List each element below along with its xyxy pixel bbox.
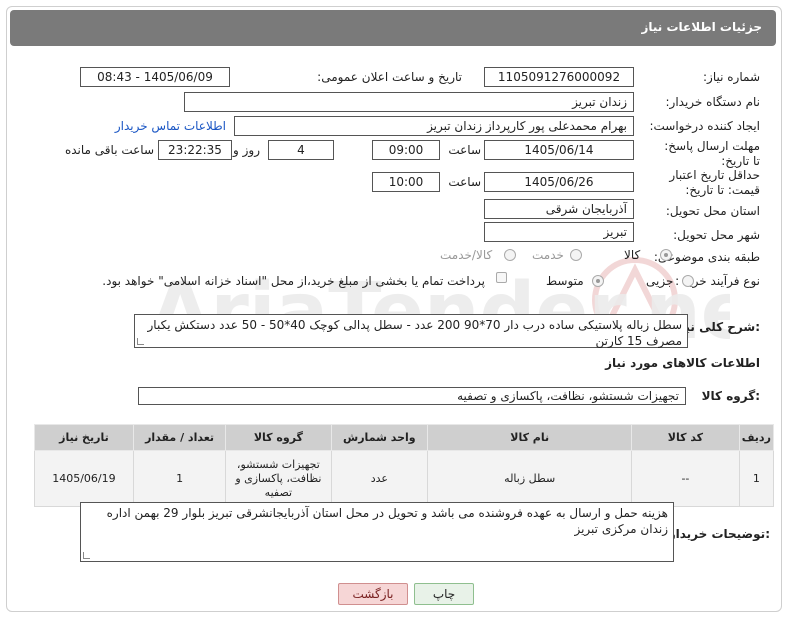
back-button[interactable]: بازگشت bbox=[338, 583, 408, 605]
buyer-org-label: نام دستگاه خریدار: bbox=[665, 95, 761, 109]
cell-code: -- bbox=[631, 450, 740, 507]
need-description-text: سطل زباله پلاستیکی ساده درب دار 70*90 20… bbox=[147, 318, 683, 348]
col-quantity: تعداد / مقدار bbox=[132, 424, 227, 451]
process-medium-radio[interactable] bbox=[592, 275, 604, 287]
resize-grip-icon[interactable] bbox=[83, 552, 90, 559]
col-row: ردیف bbox=[738, 424, 775, 451]
buyer-notes-text: هزینه حمل و ارسال به عهده فروشنده می باش… bbox=[106, 506, 668, 536]
cell-name: سطل زباله bbox=[427, 450, 633, 507]
table-header-row: ردیف کد کالا نام کالا واحد شمارش گروه کا… bbox=[34, 424, 775, 451]
validity-time-field: 10:00 bbox=[372, 172, 440, 192]
deadline-label: مهلت ارسال پاسخ: تا تاریخ: bbox=[664, 139, 760, 168]
col-date: تاریخ نیاز bbox=[34, 424, 134, 451]
category-goods-service-radio[interactable] bbox=[504, 249, 516, 261]
page-header: جزئیات اطلاعات نیاز bbox=[10, 10, 776, 46]
validity-time-word: ساعت bbox=[448, 175, 481, 189]
col-name: نام کالا bbox=[427, 424, 633, 451]
deadline-date-field: 1405/06/14 bbox=[484, 140, 634, 160]
table-row: 1 -- سطل زباله عدد تجهیزات شستشو، نظافت،… bbox=[34, 450, 775, 507]
remaining-time-field: 23:22:35 bbox=[158, 140, 232, 160]
category-goods-label: کالا bbox=[624, 248, 641, 262]
city-label: شهر محل تحویل: bbox=[673, 228, 760, 242]
cell-group: تجهیزات شستشو، نظافت، پاکسازی و تصفیه bbox=[225, 450, 332, 507]
validity-label: حداقل تاریخ اعتبار قیمت: تا تاریخ: bbox=[669, 168, 760, 197]
province-label: استان محل تحویل: bbox=[665, 204, 760, 218]
days-word: روز و bbox=[233, 143, 260, 157]
process-medium-label: متوسط bbox=[546, 274, 584, 288]
category-service-radio[interactable] bbox=[570, 249, 582, 261]
goods-group-field: تجهیزات شستشو، نظافت، پاکسازی و تصفیه bbox=[138, 387, 686, 405]
deadline-time-word: ساعت bbox=[448, 143, 481, 157]
buyer-org-field: زندان تبریز bbox=[184, 92, 634, 112]
buyer-notes-field: هزینه حمل و ارسال به عهده فروشنده می باش… bbox=[80, 502, 674, 562]
cell-date: 1405/06/19 bbox=[34, 450, 134, 507]
days-remaining-field: 4 bbox=[268, 140, 334, 160]
col-code: کد کالا bbox=[631, 424, 740, 451]
page-title: جزئیات اطلاعات نیاز bbox=[641, 20, 762, 34]
need-number-field: 1105091276000092 bbox=[484, 67, 634, 87]
category-service-label: خدمت bbox=[532, 248, 564, 262]
goods-table: ردیف کد کالا نام کالا واحد شمارش گروه کا… bbox=[34, 424, 775, 507]
creator-label: ایجاد کننده درخواست: bbox=[649, 119, 760, 133]
col-unit: واحد شمارش bbox=[330, 424, 429, 451]
announce-date-field: 1405/06/09 - 08:43 bbox=[80, 67, 230, 87]
treasury-note: پرداخت تمام یا بخشی از مبلغ خرید،از محل … bbox=[102, 274, 485, 288]
province-field: آذربایجان شرقی bbox=[484, 199, 634, 219]
creator-field: بهرام محمدعلی پور کارپرداز زندان تبریز bbox=[234, 116, 634, 136]
process-minor-label: جزیی bbox=[646, 274, 674, 288]
col-group: گروه کالا bbox=[225, 424, 332, 451]
need-number-label: شماره نیاز: bbox=[703, 70, 760, 84]
city-field: تبریز bbox=[484, 222, 634, 242]
print-button[interactable]: چاپ bbox=[414, 583, 474, 605]
category-goods-radio[interactable] bbox=[660, 249, 672, 261]
buyer-notes-label: توضیحات خریدار: bbox=[668, 527, 770, 541]
validity-date-field: 1405/06/26 bbox=[484, 172, 634, 192]
treasury-checkbox[interactable] bbox=[496, 272, 507, 283]
process-minor-radio[interactable] bbox=[682, 275, 694, 287]
announce-label: تاریخ و ساعت اعلان عمومی: bbox=[317, 70, 462, 84]
resize-grip-icon[interactable] bbox=[137, 338, 144, 345]
deadline-time-field: 09:00 bbox=[372, 140, 440, 160]
category-goods-service-label: کالا/خدمت bbox=[440, 248, 493, 262]
contact-info-link[interactable]: اطلاعات تماس خریدار bbox=[115, 119, 226, 133]
goods-section-title: اطلاعات کالاهای مورد نیاز bbox=[605, 356, 760, 370]
cell-row: 1 bbox=[738, 450, 775, 507]
need-description-field: سطل زباله پلاستیکی ساده درب دار 70*90 20… bbox=[134, 314, 688, 348]
goods-group-label: گروه کالا: bbox=[701, 389, 760, 403]
cell-unit: عدد bbox=[330, 450, 429, 507]
cell-quantity: 1 bbox=[132, 450, 227, 507]
remaining-word: ساعت باقی مانده bbox=[64, 143, 154, 157]
